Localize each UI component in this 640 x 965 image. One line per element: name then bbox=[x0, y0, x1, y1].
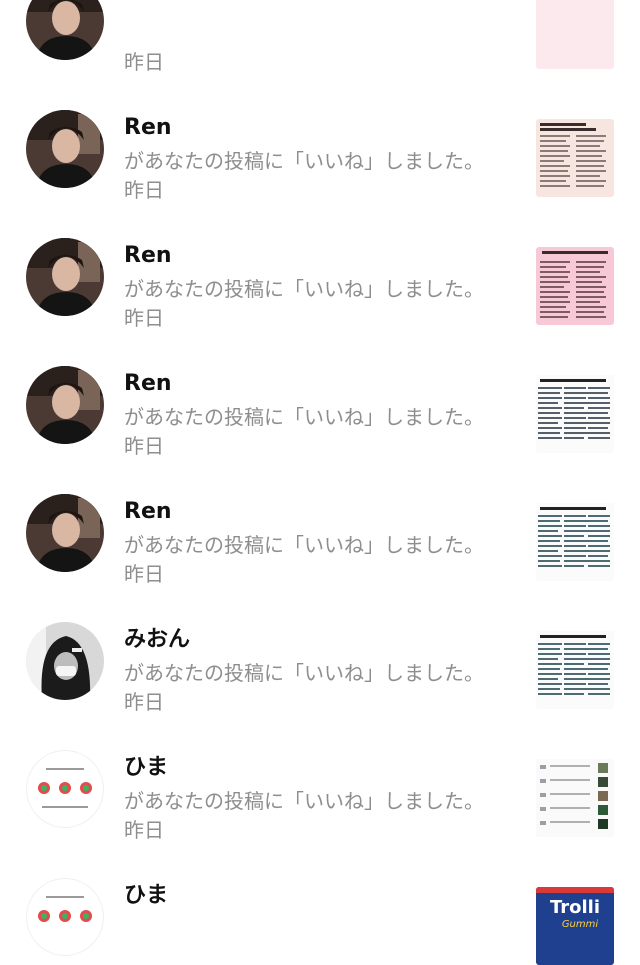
post-thumbnail[interactable] bbox=[536, 759, 614, 837]
user-avatar[interactable] bbox=[26, 366, 104, 444]
person-photo-icon bbox=[26, 366, 104, 444]
notification-row[interactable]: みおん があなたの投稿に「いいね」しました。 昨日 bbox=[0, 576, 640, 714]
notification-row[interactable]: Ren があなたの投稿に「いいね」しました。 昨日 bbox=[0, 448, 640, 586]
post-image-icon bbox=[536, 759, 614, 837]
post-thumbnail[interactable]: Trolli Gummi bbox=[536, 887, 614, 965]
post-thumbnail[interactable] bbox=[536, 631, 614, 709]
user-name[interactable]: ひま bbox=[124, 882, 168, 910]
user-name[interactable]: Ren bbox=[124, 242, 172, 270]
user-avatar[interactable] bbox=[26, 878, 104, 956]
candy-illustration-icon bbox=[26, 750, 104, 828]
user-name[interactable]: Ren bbox=[124, 114, 172, 142]
notification-message: があなたの投稿に「いいね」しました。 bbox=[124, 789, 484, 813]
post-thumbnail[interactable] bbox=[536, 0, 614, 69]
post-image-icon bbox=[536, 119, 614, 197]
notification-row[interactable]: ひま があなたの投稿に「いいね」しました。 昨日 bbox=[0, 704, 640, 842]
gummi-label-text: Gummi bbox=[562, 919, 599, 930]
notification-message: があなたの投稿に「いいね」しました。 bbox=[124, 405, 484, 429]
notification-row[interactable]: Ren があなたの投稿に「いいね」しました。 昨日 bbox=[0, 64, 640, 202]
trolli-logo-text: Trolli bbox=[550, 897, 600, 918]
notification-message: があなたの投稿に「いいね」しました。 bbox=[124, 661, 484, 685]
post-image-icon bbox=[536, 247, 614, 325]
candy-package-icon: Trolli Gummi bbox=[536, 887, 614, 965]
person-photo-icon bbox=[26, 110, 104, 188]
post-image-icon bbox=[536, 375, 614, 453]
post-image-icon bbox=[536, 631, 614, 709]
post-thumbnail[interactable] bbox=[536, 375, 614, 453]
notification-row[interactable]: Ren があなたの投稿に「いいね」しました。 昨日 bbox=[0, 192, 640, 330]
notification-list: 昨日 Ren があなたの投稿に「いいね」しました。 昨日 Ren があなたの投稿… bbox=[0, 0, 640, 965]
user-name[interactable]: Ren bbox=[124, 370, 172, 398]
user-name[interactable]: みおん bbox=[124, 626, 190, 654]
user-avatar[interactable] bbox=[26, 238, 104, 316]
post-thumbnail[interactable] bbox=[536, 119, 614, 197]
post-thumbnail[interactable] bbox=[536, 247, 614, 325]
notification-row[interactable]: Ren があなたの投稿に「いいね」しました。 昨日 bbox=[0, 320, 640, 458]
post-thumbnail[interactable] bbox=[536, 503, 614, 581]
notification-row[interactable]: 昨日 bbox=[0, 0, 640, 74]
user-name[interactable]: Ren bbox=[124, 498, 172, 526]
user-avatar[interactable] bbox=[26, 494, 104, 572]
hooded-person-photo-icon bbox=[26, 622, 104, 700]
user-avatar[interactable] bbox=[26, 0, 104, 60]
person-photo-icon bbox=[26, 238, 104, 316]
candy-illustration-icon bbox=[26, 878, 104, 956]
notification-row[interactable]: ひま Trolli Gummi bbox=[0, 832, 640, 965]
post-image-icon bbox=[536, 503, 614, 581]
person-photo-icon bbox=[26, 494, 104, 572]
post-image-icon bbox=[536, 0, 614, 69]
user-avatar[interactable] bbox=[26, 110, 104, 188]
user-avatar[interactable] bbox=[26, 750, 104, 828]
user-name[interactable]: ひま bbox=[124, 754, 168, 782]
notification-message: があなたの投稿に「いいね」しました。 bbox=[124, 149, 484, 173]
notification-message: があなたの投稿に「いいね」しました。 bbox=[124, 277, 484, 301]
notification-message: があなたの投稿に「いいね」しました。 bbox=[124, 533, 484, 557]
user-avatar[interactable] bbox=[26, 622, 104, 700]
person-photo-icon bbox=[26, 0, 104, 60]
